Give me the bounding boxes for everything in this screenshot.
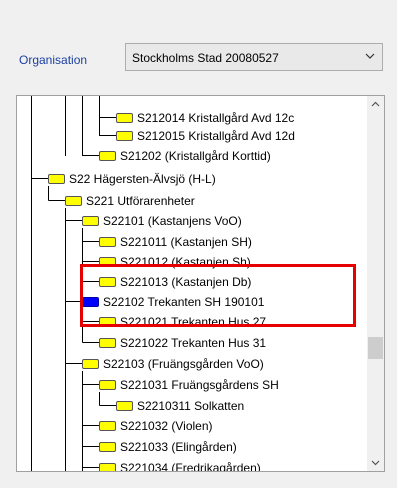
organisation-select[interactable]: Stockholms Stad 20080527	[125, 43, 383, 71]
tree-node-label: S212015 Kristallgård Avd 12d	[137, 128, 295, 143]
chevron-down-icon[interactable]	[367, 454, 384, 471]
tree-node-label: S212014 Kristallgård Avd 12c	[137, 110, 295, 125]
tree-node-label: S221031 Fruängsgårdens SH	[120, 377, 279, 392]
tree-node-label: S22101 (Kastanjens VoO)	[103, 213, 242, 228]
folder-icon	[99, 420, 116, 431]
tree-node[interactable]: S221033 (Elingården)	[99, 438, 237, 455]
tree-node[interactable]: S221034 (Fredrikagården)	[99, 459, 261, 472]
tree-node-label: S22102 Trekanten SH 190101	[103, 294, 265, 309]
tree-node-label: S221021 Trekanten Hus 27	[120, 314, 267, 329]
tree-node-label: S221012 (Kastanjen Sh)	[120, 254, 251, 269]
folder-icon	[116, 112, 133, 123]
tree-node[interactable]: S212014 Kristallgård Avd 12c	[116, 109, 294, 126]
tree-node[interactable]: S22 Hägersten-Älvsjö (H-L)	[48, 170, 216, 187]
tree-node-label: S221033 (Elingården)	[120, 439, 237, 454]
folder-icon	[99, 462, 116, 471]
folder-icon	[99, 316, 116, 327]
folder-icon	[116, 400, 133, 411]
tree-node-label: S22 Hägersten-Älvsjö (H-L)	[69, 171, 216, 186]
tree-node-label: S221 Utförarenheter	[86, 193, 195, 208]
tree-node[interactable]: S221013 (Kastanjen Db)	[99, 273, 251, 290]
tree-node[interactable]: S221032 (Violen)	[99, 417, 213, 434]
tree-node[interactable]: S221031 Fruängsgårdens SH	[99, 376, 279, 393]
tree-node[interactable]: S212015 Kristallgård Avd 12d	[116, 127, 295, 144]
tree-node-label: S221034 (Fredrikagården)	[120, 460, 261, 472]
folder-icon	[99, 379, 116, 390]
tree-node-label: S221022 Trekanten Hus 31	[120, 335, 267, 350]
folder-icon	[99, 150, 116, 161]
tree-node[interactable]: S21202 (Kristallgård Korttid)	[99, 147, 271, 164]
folder-icon	[99, 276, 116, 287]
folder-icon	[99, 337, 116, 348]
chevron-down-icon[interactable]	[364, 49, 376, 63]
chevron-up-icon[interactable]	[367, 96, 384, 113]
folder-icon	[99, 441, 116, 452]
organisation-label: Organisation	[19, 53, 88, 67]
folder-icon	[82, 296, 99, 307]
folder-icon	[99, 256, 116, 267]
tree-node[interactable]: S22103 (Fruängsgården VoO)	[82, 355, 264, 372]
tree-node-label: S21202 (Kristallgård Korttid)	[120, 148, 271, 163]
organisation-select-value: Stockholms Stad 20080527	[132, 51, 279, 65]
folder-icon	[82, 358, 99, 369]
folder-icon	[65, 195, 82, 206]
folder-icon	[116, 130, 133, 141]
tree-node[interactable]: S22101 (Kastanjens VoO)	[82, 212, 242, 229]
scrollbar-thumb[interactable]	[368, 337, 383, 359]
tree-node-selected[interactable]: S22102 Trekanten SH 190101	[82, 293, 264, 310]
tree-node-label: S22103 (Fruängsgården VoO)	[103, 356, 264, 371]
tree-node[interactable]: S221022 Trekanten Hus 31	[99, 334, 266, 351]
tree-node[interactable]: S221011 (Kastanjen SH)	[99, 233, 252, 250]
tree-node[interactable]: S221012 (Kastanjen Sh)	[99, 253, 251, 270]
tree-node[interactable]: S221 Utförarenheter	[65, 192, 195, 209]
tree-node-label: S2210311 Solkatten	[137, 398, 245, 413]
folder-icon	[82, 215, 99, 226]
tree-node-label: S221011 (Kastanjen SH)	[120, 234, 252, 249]
tree-node[interactable]: S221021 Trekanten Hus 27	[99, 313, 266, 330]
tree-node-label: S221032 (Violen)	[120, 418, 213, 433]
tree-node[interactable]: S2210311 Solkatten	[116, 397, 244, 414]
tree-node-label: S221013 (Kastanjen Db)	[120, 274, 252, 289]
vertical-scrollbar[interactable]	[367, 96, 384, 471]
folder-icon	[99, 236, 116, 247]
organisation-tree[interactable]: S212014 Kristallgård Avd 12c S212015 Kri…	[16, 95, 385, 472]
folder-icon	[48, 173, 65, 184]
